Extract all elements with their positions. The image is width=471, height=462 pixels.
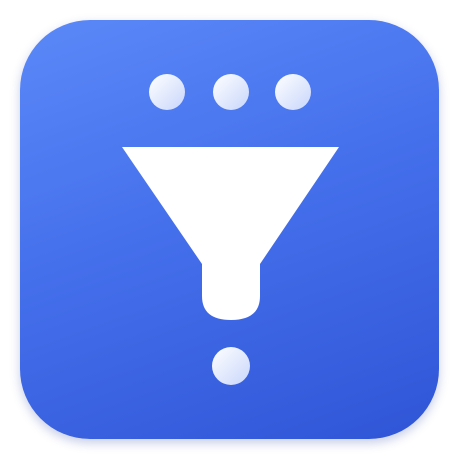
filter-funnel-icon	[122, 74, 339, 385]
funnel-icon	[122, 147, 339, 320]
icon-stage	[0, 0, 471, 462]
dot-icon-middle	[213, 74, 249, 110]
dot-icon-left	[149, 74, 185, 110]
dot-icon-right	[275, 74, 311, 110]
dot-icon-bottom	[212, 347, 250, 385]
